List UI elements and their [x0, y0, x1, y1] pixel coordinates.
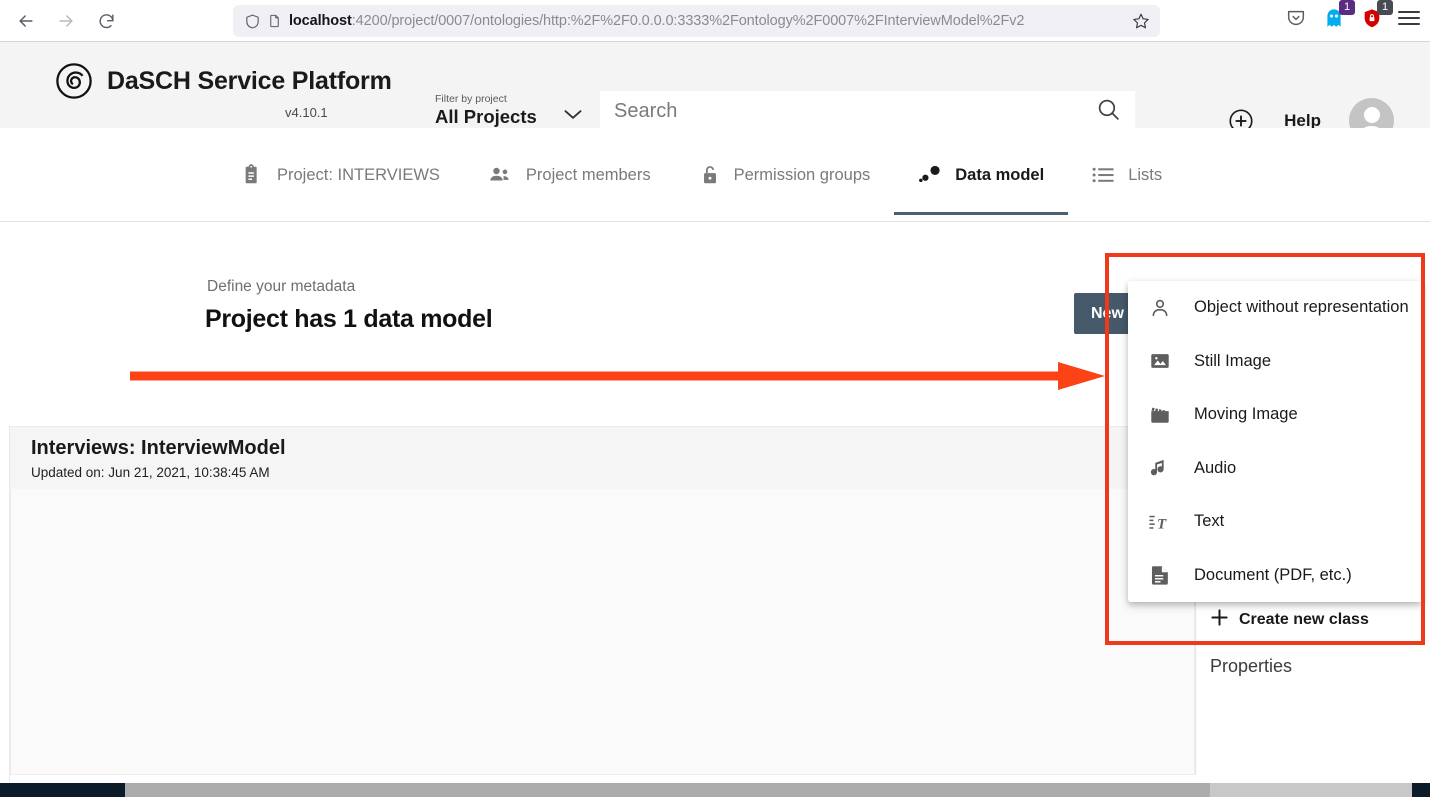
page-title: Project has 1 data model [205, 305, 493, 333]
menu-item-label: Audio [1194, 458, 1237, 477]
clipboard-icon [242, 164, 264, 186]
privacy-shield-icon[interactable]: 1 [1360, 0, 1393, 30]
shield-icon [241, 10, 263, 32]
back-button[interactable] [8, 5, 44, 37]
url-path: :4200/project/0007/ontologies/http:%2F%2… [351, 13, 1025, 29]
scrollbar-thumb[interactable] [125, 783, 1210, 797]
menu-item-label: Moving Image [1194, 405, 1298, 424]
browser-chrome: localhost:4200/project/0007/ontologies/h… [0, 0, 1430, 42]
plus-icon [1210, 608, 1229, 632]
reload-button[interactable] [88, 5, 124, 37]
properties-label: Properties [1210, 656, 1293, 676]
hamburger-menu-icon[interactable] [1398, 11, 1420, 25]
tab-label: Project members [525, 165, 651, 184]
scrollbar-right-edge [1412, 783, 1430, 797]
menu-item-document[interactable]: Document (PDF, etc.) [1128, 549, 1422, 603]
data-model-card-header[interactable]: Interviews: InterviewModel Updated on: J… [10, 426, 1195, 489]
data-model-updated: Updated on: Jun 21, 2021, 10:38:45 AM [31, 465, 270, 480]
people-icon [488, 164, 513, 186]
tab-project-members[interactable]: Project members [464, 128, 675, 222]
search-placeholder: Search [614, 100, 678, 122]
data-model-icon [918, 164, 942, 186]
data-model-title: Interviews: InterviewModel [31, 437, 286, 459]
app-title: DaSCH Service Platform [107, 66, 392, 95]
new-class-type-menu: Object without representation Still Imag… [1128, 281, 1422, 602]
create-new-class-label: Create new class [1239, 611, 1369, 628]
search-input[interactable]: Search [600, 91, 1135, 132]
url-host: localhost [289, 13, 352, 29]
menu-item-label: Text [1194, 512, 1225, 531]
forward-button[interactable] [48, 5, 84, 37]
tab-permission-groups[interactable]: Permission groups [675, 128, 895, 222]
tab-lists[interactable]: Lists [1068, 128, 1186, 222]
reload-icon [99, 13, 114, 28]
tab-label: Lists [1128, 165, 1163, 184]
tab-label: Project: INTERVIEWS [277, 165, 440, 184]
arrow-right-icon [59, 15, 73, 27]
create-new-class-button[interactable]: Create new class [1210, 608, 1369, 632]
project-tab-navigation: Project: INTERVIEWS Project members Perm… [0, 128, 1430, 222]
content-left-border [9, 426, 10, 782]
data-model-card-body [10, 489, 1195, 775]
pocket-icon[interactable] [1284, 6, 1308, 30]
image-icon [1148, 349, 1172, 373]
url-text: localhost:4200/project/0007/ontologies/h… [289, 13, 1152, 29]
app-header: DaSCH Service Platform v4.10.1 Filter by… [0, 42, 1430, 168]
arrow-left-icon [19, 15, 33, 27]
horizontal-scrollbar[interactable] [0, 783, 1430, 797]
menu-item-moving-image[interactable]: Moving Image [1128, 388, 1422, 442]
text-format-icon: T [1148, 510, 1172, 534]
menu-item-object-without-representation[interactable]: Object without representation [1128, 281, 1422, 335]
svg-text:T: T [1156, 516, 1166, 532]
address-bar[interactable]: localhost:4200/project/0007/ontologies/h… [233, 5, 1160, 37]
browser-toolbar-right: 1 1 [1284, 0, 1420, 30]
menu-item-label: Still Image [1194, 351, 1272, 370]
browser-nav-buttons [8, 5, 124, 37]
unlock-icon [699, 163, 721, 187]
scrollbar-track-right [1218, 783, 1430, 797]
tab-label: Data model [955, 165, 1045, 184]
menu-item-still-image[interactable]: Still Image [1128, 335, 1422, 389]
project-filter-label: Filter by project [435, 93, 507, 105]
ghostery-icon[interactable]: 1 [1322, 0, 1355, 30]
menu-item-label: Document (PDF, etc.) [1194, 565, 1352, 584]
app-version: v4.10.1 [285, 105, 328, 120]
metadata-subtitle: Define your metadata [207, 278, 356, 295]
music-note-icon [1148, 456, 1172, 480]
ghostery-badge: 1 [1339, 0, 1355, 15]
list-icon [1092, 165, 1115, 185]
tab-label: Permission groups [733, 165, 871, 184]
person-icon [1148, 296, 1172, 320]
app-logo-area[interactable]: DaSCH Service Platform [55, 62, 392, 100]
project-filter-value: All Projects [435, 106, 537, 127]
menu-item-label: Object without representation [1194, 298, 1409, 317]
document-icon [1148, 563, 1172, 587]
scrollbar-left-edge [0, 783, 125, 797]
movie-clapper-icon [1148, 403, 1172, 427]
menu-item-text[interactable]: T Text [1128, 495, 1422, 549]
search-icon[interactable] [1096, 97, 1121, 127]
privacy-badge: 1 [1377, 0, 1393, 15]
page-icon [263, 10, 285, 32]
dasch-spiral-logo [55, 62, 93, 100]
menu-item-audio[interactable]: Audio [1128, 442, 1422, 496]
bookmark-star-icon[interactable] [1128, 10, 1154, 32]
tab-project-interviews[interactable]: Project: INTERVIEWS [218, 128, 464, 222]
chevron-down-icon [563, 108, 583, 126]
tab-data-model[interactable]: Data model [894, 128, 1069, 222]
